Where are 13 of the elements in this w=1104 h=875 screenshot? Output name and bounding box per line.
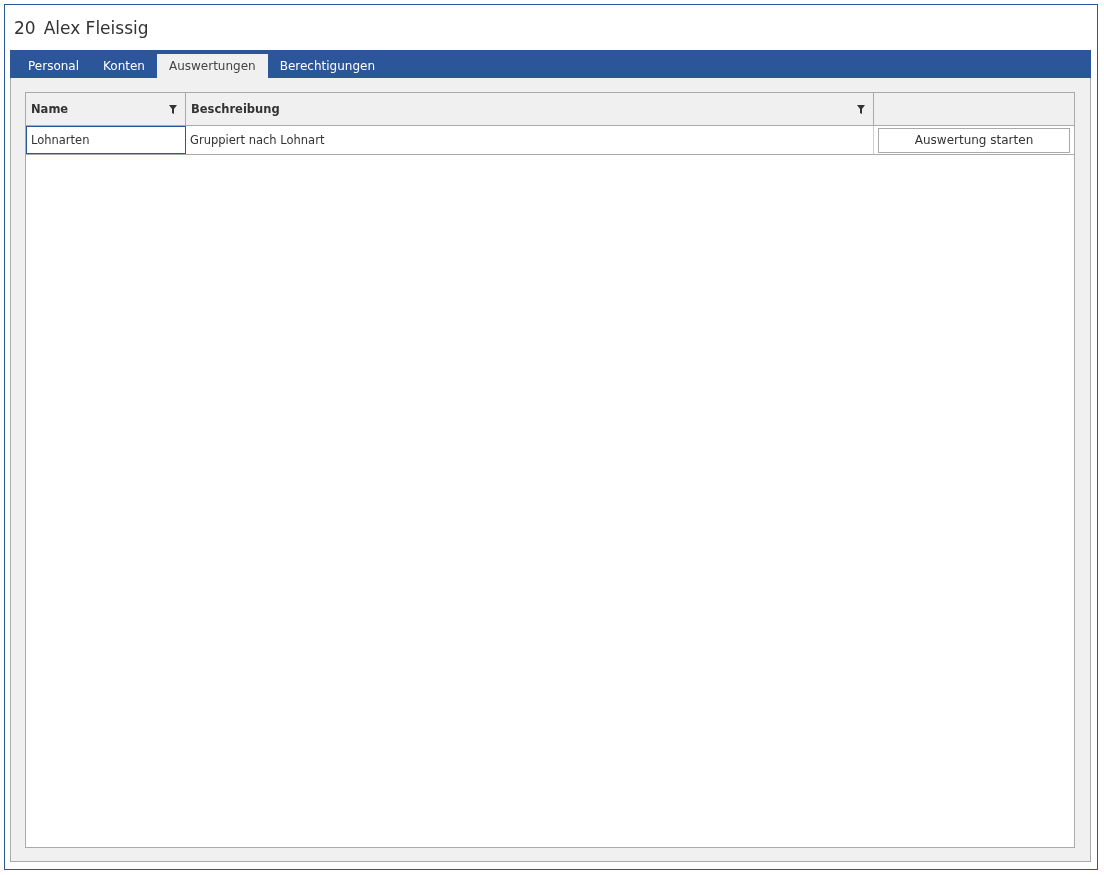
start-report-button[interactable]: Auswertung starten bbox=[878, 127, 1070, 153]
tab[interactable]: Konten bbox=[91, 54, 157, 78]
column-header[interactable]: Name bbox=[26, 93, 186, 125]
tab[interactable]: Personal bbox=[16, 54, 91, 78]
table-cell: Gruppiert nach Lohnart bbox=[186, 126, 874, 154]
filter-icon[interactable] bbox=[169, 104, 177, 114]
record-number: 20 bbox=[14, 17, 36, 38]
column-header[interactable]: Beschreibung bbox=[186, 93, 874, 125]
tab[interactable]: Auswertungen bbox=[156, 54, 268, 78]
table-cell[interactable]: Lohnarten bbox=[26, 126, 186, 154]
tab[interactable]: Berechtigungen bbox=[267, 54, 387, 78]
filter-icon[interactable] bbox=[857, 104, 865, 114]
window-title: Alex Fleissig bbox=[43, 17, 149, 38]
